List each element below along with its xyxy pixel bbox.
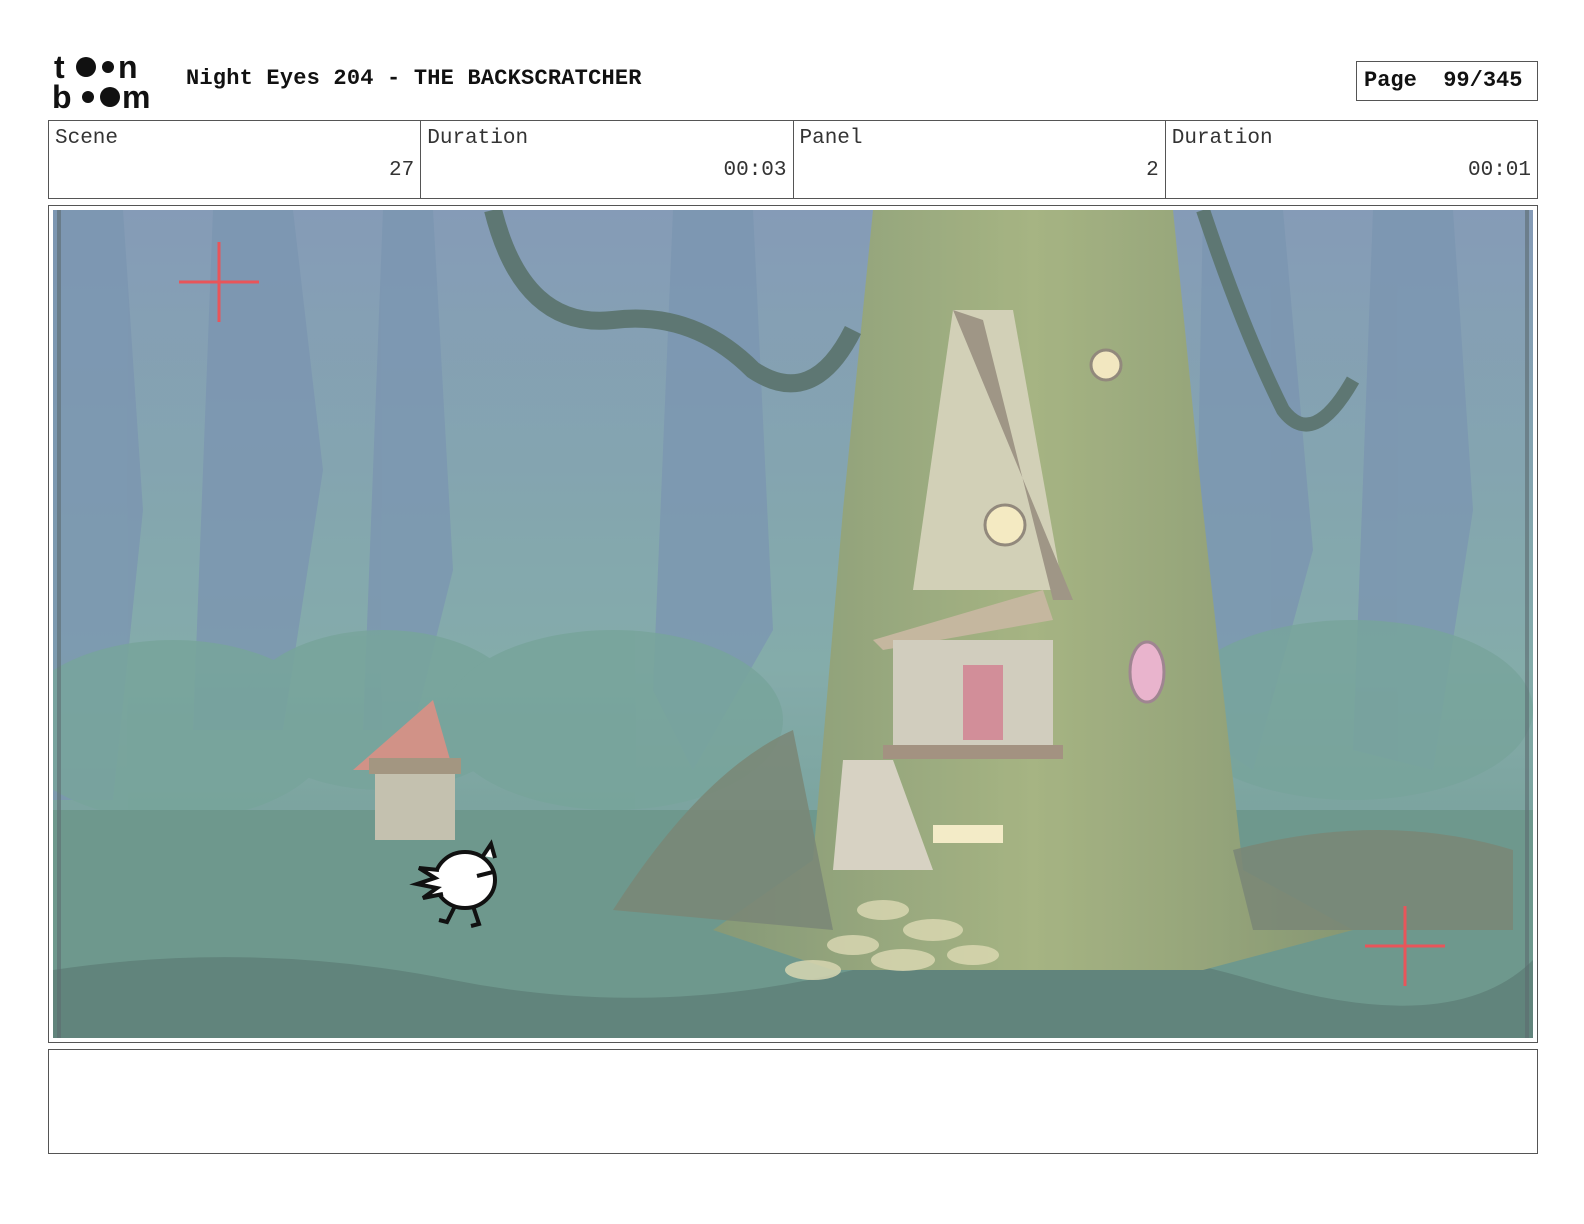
storyboard-title: Night Eyes 204 - THE BACKSCRATCHER (186, 66, 642, 91)
panel-duration-cell: Duration 00:01 (1166, 121, 1537, 198)
toonboom-logo: t n b m (52, 50, 150, 112)
scene-info-table: Scene 27 Duration 00:03 Panel 2 Duration… (48, 120, 1538, 199)
page-number: 99/345 (1443, 68, 1523, 93)
page-label: Page (1364, 68, 1417, 93)
panel-cell: Panel 2 (794, 121, 1166, 198)
panel-artwork (53, 210, 1533, 1038)
panel-label: Panel (799, 127, 863, 150)
scene-duration-cell: Duration 00:03 (421, 121, 794, 198)
scene-cell: Scene 27 (49, 121, 422, 198)
svg-text:m: m (122, 79, 150, 112)
panel-duration-label: Duration (1171, 127, 1273, 150)
scene-duration-value: 00:03 (723, 159, 787, 182)
storyboard-panel (48, 205, 1538, 1043)
panel-duration-value: 00:01 (1467, 159, 1531, 182)
svg-text:b: b (52, 79, 72, 112)
scene-duration-label: Duration (427, 127, 529, 150)
scene-label: Scene (55, 127, 119, 150)
page-indicator: Page 99/345 (1356, 61, 1538, 101)
panel-value: 2 (1146, 159, 1159, 182)
scene-value: 27 (389, 159, 415, 182)
panel-notes[interactable] (48, 1049, 1538, 1154)
